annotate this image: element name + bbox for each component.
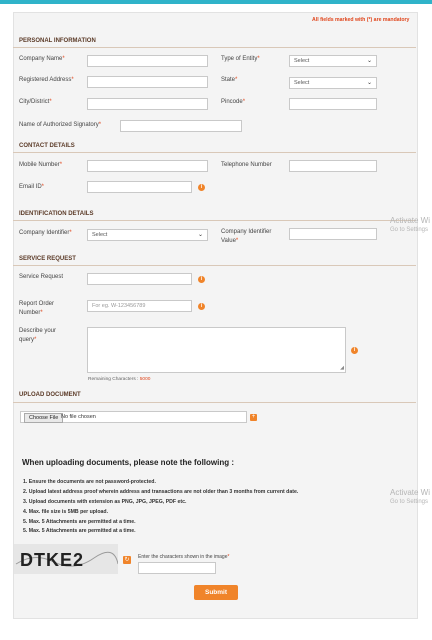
- type-of-entity-select[interactable]: Select ⌄: [289, 55, 377, 67]
- info-icon[interactable]: i: [198, 303, 205, 310]
- report-order-number-label: Report Order Number*: [19, 301, 55, 316]
- activate-windows-subtext: Go to Settings: [390, 227, 429, 233]
- note-item: 2. Upload latest address proof wherein a…: [23, 489, 299, 495]
- captcha-input[interactable]: [138, 562, 216, 574]
- divider: [13, 402, 416, 403]
- mobile-number-label: Mobile Number*: [19, 162, 63, 168]
- registered-address-label: Registered Address*: [19, 77, 74, 83]
- remaining-characters: Remaining Characters : 5000: [88, 377, 151, 382]
- authorized-signatory-label: Name of Authorized Signatory*: [19, 122, 102, 128]
- no-file-text: No file chosen: [61, 414, 96, 420]
- pincode-input[interactable]: [289, 98, 377, 110]
- note-item: 5. Max. 5 Attachments are permitted at a…: [23, 519, 136, 525]
- section-identification-details: IDENTIFICATION DETAILS: [19, 211, 94, 217]
- choose-file-button[interactable]: Choose File: [24, 413, 64, 423]
- service-request-label: Service Request: [19, 274, 64, 280]
- divider: [13, 152, 416, 153]
- email-input[interactable]: [87, 181, 192, 193]
- top-accent-bar: [0, 0, 432, 4]
- section-service-request: SERVICE REQUEST: [19, 256, 76, 262]
- service-request-input[interactable]: [87, 273, 192, 285]
- report-order-number-input[interactable]: For eg. W-123456789: [87, 300, 192, 312]
- activate-windows-watermark: Activate Wi: [390, 488, 431, 497]
- activate-windows-subtext: Go to Settings: [390, 499, 429, 505]
- company-identifier-value-label: Company Identifier Value*: [221, 229, 272, 244]
- info-icon[interactable]: i: [198, 276, 205, 283]
- chevron-down-icon: ⌄: [197, 232, 203, 238]
- divider: [13, 47, 416, 48]
- note-item: 1. Ensure the documents are not password…: [23, 479, 156, 485]
- note-item: 4. Max. file size is 5MB per upload.: [23, 509, 109, 515]
- captcha-text: DTKE2: [20, 550, 84, 570]
- mobile-number-input[interactable]: [87, 160, 208, 172]
- info-icon[interactable]: i: [351, 347, 358, 354]
- company-identifier-label: Company Identifier*: [19, 230, 72, 236]
- note-item: 5. Max. 5 Attachments are permitted at a…: [23, 528, 136, 534]
- section-upload-document: UPLOAD DOCUMENT: [19, 392, 81, 398]
- section-personal-information: PERSONAL INFORMATION: [19, 38, 96, 44]
- company-identifier-select[interactable]: Select ⌄: [87, 229, 208, 241]
- resize-grip-icon[interactable]: ◢: [340, 365, 344, 371]
- captcha-graphic: DTKE2: [14, 544, 118, 574]
- add-file-icon[interactable]: +: [250, 414, 257, 421]
- state-select[interactable]: Select ⌄: [289, 77, 377, 89]
- captcha-image: DTKE2: [14, 544, 118, 574]
- describe-query-label: Describe your query*: [19, 328, 57, 343]
- city-input[interactable]: [87, 98, 208, 110]
- chevron-down-icon: ⌄: [366, 80, 372, 86]
- company-name-input[interactable]: [87, 55, 208, 67]
- activate-windows-watermark: Activate Wi: [390, 216, 431, 225]
- city-label: City/District*: [19, 99, 52, 105]
- authorized-signatory-input[interactable]: [120, 120, 242, 132]
- telephone-number-label: Telephone Number: [221, 162, 272, 168]
- pincode-label: Pincode*: [221, 99, 246, 105]
- company-identifier-value-input[interactable]: [289, 228, 377, 240]
- describe-query-textarea[interactable]: ◢: [87, 327, 346, 373]
- telephone-number-input[interactable]: [289, 160, 377, 172]
- refresh-captcha-icon[interactable]: ↻: [123, 556, 131, 564]
- section-contact-details: CONTACT DETAILS: [19, 143, 75, 149]
- divider: [13, 220, 416, 221]
- company-name-label: Company Name*: [19, 56, 65, 62]
- type-of-entity-label: Type of Entity*: [221, 56, 260, 62]
- chevron-down-icon: ⌄: [366, 58, 372, 64]
- note-item: 3. Upload documents with extension as PN…: [23, 499, 187, 505]
- submit-button[interactable]: Submit: [194, 585, 238, 600]
- mandatory-note: All fields marked with (*) are mandatory: [312, 17, 410, 23]
- info-icon[interactable]: i: [198, 184, 205, 191]
- registered-address-input[interactable]: [87, 76, 208, 88]
- upload-notes-title: When uploading documents, please note th…: [22, 458, 234, 467]
- state-label: State*: [221, 77, 238, 83]
- divider: [13, 265, 416, 266]
- captcha-prompt-label: Enter the characters shown in the image*: [138, 554, 230, 560]
- file-input[interactable]: Choose File No file chosen: [20, 411, 247, 423]
- email-label: Email ID*: [19, 184, 45, 190]
